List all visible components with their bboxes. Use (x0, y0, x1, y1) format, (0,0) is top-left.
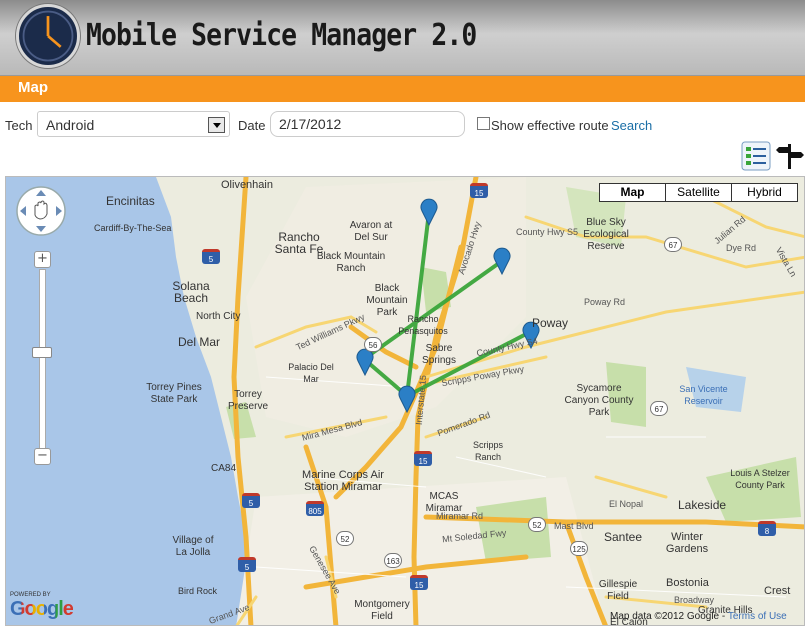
highway-shield: 67 (664, 237, 682, 252)
highway-shield: 5 (242, 493, 260, 508)
map-marker[interactable] (492, 245, 512, 275)
place-label: Palacio Del Mar (288, 362, 334, 384)
tech-select[interactable]: Android (37, 111, 230, 137)
place-label: Marine Corps Air Station Miramar (302, 469, 384, 493)
place-label: Cardiff-By-The-Sea (94, 223, 172, 233)
map-marker[interactable] (397, 383, 417, 413)
search-link[interactable]: Search (611, 118, 652, 133)
highway-shield: 805 (306, 501, 324, 516)
app-title: Mobile Service Manager 2.0 (86, 18, 477, 53)
place-label: Black Mountain Ranch (316, 251, 386, 274)
place-label: Torrey Preserve (227, 389, 268, 412)
place-label: Solana Beach (172, 279, 210, 305)
road-label: El Nopal (609, 499, 644, 509)
zoom-slider-track[interactable] (39, 269, 46, 449)
highway-shield: 5 (238, 557, 256, 572)
road-label: County Hwy S5 (516, 227, 579, 237)
pan-hand-icon[interactable] (15, 185, 67, 237)
highway-shield: 52 (528, 517, 546, 532)
place-label: Poway (532, 316, 569, 330)
effective-route-label[interactable]: Show effective route (491, 118, 609, 133)
date-input[interactable] (270, 111, 465, 137)
place-label: CA84 (211, 463, 237, 474)
place-label: Encinitas (106, 194, 155, 208)
map-marker[interactable] (419, 196, 439, 226)
page-title: Map (18, 79, 48, 96)
effective-route-checkbox[interactable] (477, 117, 490, 130)
place-label: Olivenhain (221, 179, 273, 191)
place-label: Crest (764, 585, 791, 597)
place-label: Gillespie Field (598, 579, 638, 602)
place-label: San Vicente Reservoir (679, 384, 728, 406)
map-type-satellite-button[interactable]: Satellite (665, 183, 732, 202)
highway-shield: 67 (650, 401, 668, 416)
road-label: Broadway (674, 595, 715, 605)
place-label: Bird Rock (178, 586, 218, 596)
highway-shield: 52 (336, 531, 354, 546)
app-header: Mobile Service Manager 2.0 (0, 0, 805, 76)
highway-shield: 15 (414, 451, 432, 466)
place-label: Sycamore Canyon County Park (564, 383, 634, 418)
place-label: Scripps Ranch (472, 440, 503, 462)
place-label: Torrey Pines State Park (146, 382, 202, 405)
highway-shield: 56 (364, 337, 382, 352)
place-label: Del Mar (178, 335, 221, 349)
map-canvas[interactable]: Olivenhain Encinitas Cardiff-By-The-Sea … (5, 176, 805, 626)
date-label: Date (238, 118, 266, 133)
place-label: North City (196, 311, 241, 322)
place-label: Sabre Springs (422, 343, 456, 366)
zoom-out-button[interactable]: − (34, 448, 51, 465)
chevron-down-icon[interactable] (208, 117, 225, 133)
place-label: Bostonia (666, 577, 709, 589)
google-attribution[interactable]: POWERED BY Google (10, 592, 74, 620)
map-data-attribution: Map data ©2012 Google - Terms of Use (610, 611, 787, 622)
zoom-in-button[interactable]: + (34, 251, 51, 268)
place-label: Montgomery Field (354, 599, 410, 622)
highway-shield: 163 (384, 553, 402, 568)
road-label: Miramar Rd (436, 511, 484, 521)
highway-shield: 15 (410, 575, 428, 590)
highway-shield: 125 (570, 541, 588, 556)
place-label: Winter Gardens (665, 531, 709, 555)
google-logo-text: Google (10, 598, 74, 620)
place-label: Avaron at Del Sur (349, 220, 393, 243)
clock-icon (16, 4, 80, 68)
place-label: Lakeside (678, 498, 727, 512)
highway-shield: 15 (470, 183, 488, 198)
road-label: Mast Blvd (554, 521, 594, 531)
highway-shield: 8 (758, 521, 776, 536)
place-label: Blue Sky Ecological Reserve (583, 217, 629, 252)
filter-toolbar: Tech Android Date Show effective route S… (0, 108, 805, 140)
section-titlebar: Map (0, 76, 805, 102)
directions-icon[interactable] (775, 141, 805, 171)
map-type-hybrid-button[interactable]: Hybrid (731, 183, 798, 202)
tech-select-value: Android (46, 117, 95, 133)
terms-of-use-link[interactable]: Terms of Use (728, 611, 787, 622)
highway-shield: 5 (202, 249, 220, 264)
map-data-text: Map data ©2012 Google - (610, 611, 726, 622)
zoom-slider-thumb[interactable] (32, 347, 52, 358)
place-label: Louis A Stelzer County Park (730, 468, 790, 490)
list-view-icon[interactable] (741, 141, 771, 171)
place-label: Village of La Jolla (172, 535, 214, 558)
google-logo: Google (10, 598, 74, 620)
place-label: Santee (604, 530, 643, 544)
road-label: Dye Rd (726, 243, 757, 253)
place-label: Rancho Penasquitos (398, 314, 448, 336)
road-label: Poway Rd (584, 297, 626, 307)
map-type-map-button[interactable]: Map (599, 183, 666, 202)
tech-label: Tech (5, 118, 33, 133)
